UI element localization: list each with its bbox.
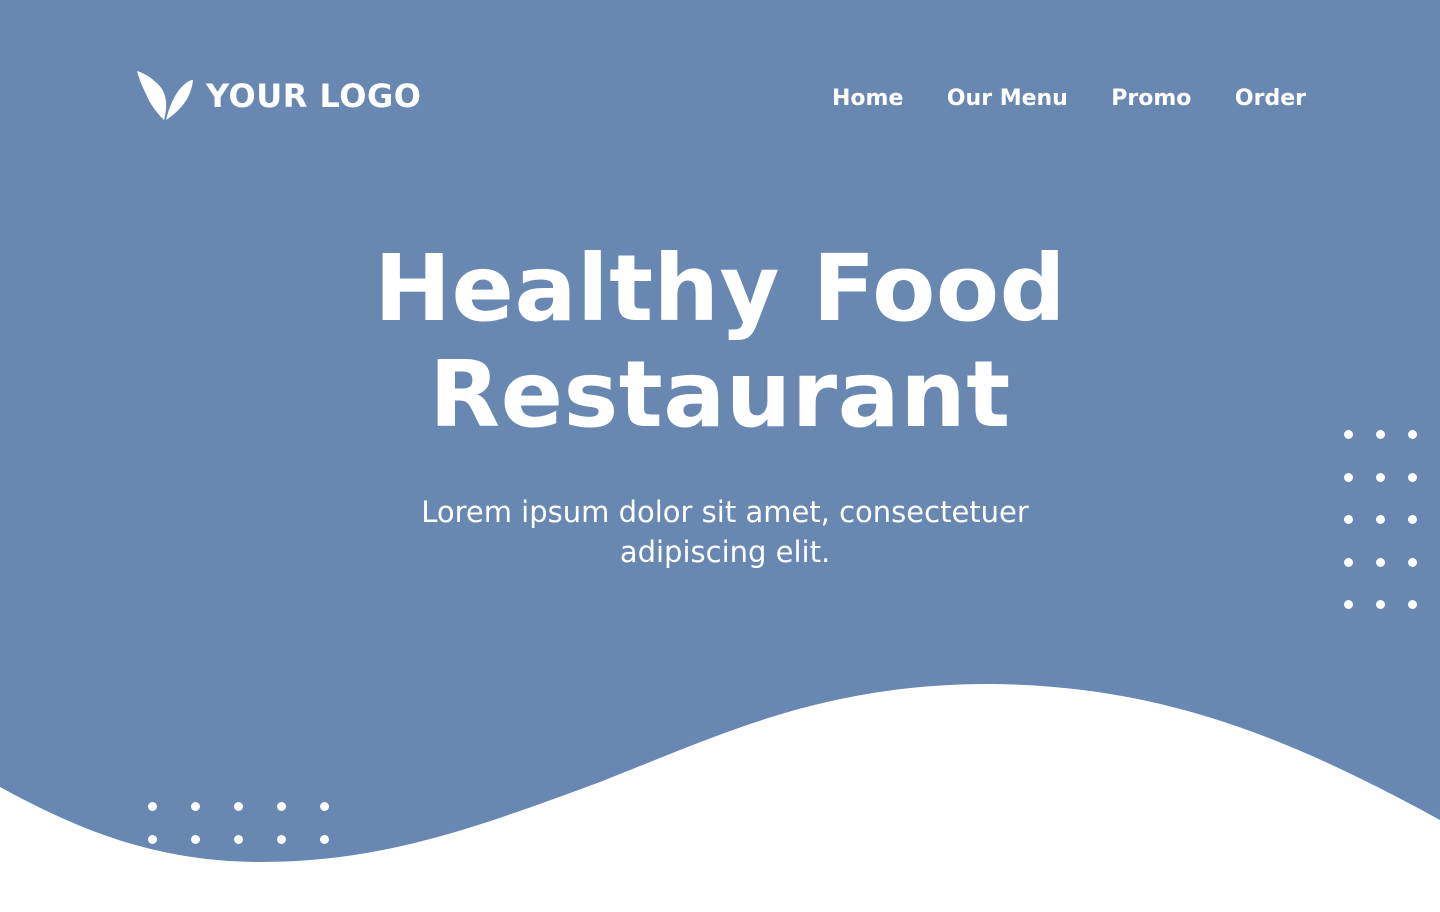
- decorative-dot: [1408, 430, 1417, 439]
- decorative-dot: [191, 835, 200, 844]
- hero-subtitle-line-2: adipiscing elit.: [619, 535, 831, 569]
- decorative-dot: [1408, 557, 1417, 567]
- decorative-dot: [1376, 557, 1385, 567]
- decorative-dot: [1408, 472, 1417, 482]
- decorative-dot: [1376, 600, 1385, 609]
- decorative-dot: [234, 802, 243, 811]
- decorative-dot: [1344, 472, 1353, 482]
- decorative-dot: [1408, 600, 1417, 609]
- site-header: YOUR LOGO Home Our Menu Promo Order: [0, 0, 1440, 200]
- hero-subtitle: Lorem ipsum dolor sit amet, consectetuer…: [380, 492, 1070, 572]
- nav-our-menu[interactable]: Our Menu: [947, 88, 1068, 110]
- logo-text: YOUR LOGO: [206, 77, 422, 115]
- decorative-dot-grid-bottom: [148, 802, 363, 868]
- hero-subtitle-line-1: Lorem ipsum dolor sit amet, consectetuer: [421, 495, 1029, 529]
- decorative-dot: [1408, 515, 1417, 524]
- decorative-dot: [277, 802, 286, 811]
- decorative-dot: [277, 835, 286, 844]
- decorative-dot: [1376, 430, 1385, 439]
- hero-title: Healthy Food Restaurant: [320, 236, 1120, 448]
- decorative-dot: [1376, 515, 1385, 524]
- hero-title-line-1: Healthy Food: [374, 235, 1066, 342]
- decorative-dot-grid-right: [1344, 430, 1440, 643]
- decorative-dot: [320, 802, 329, 811]
- decorative-dot: [234, 835, 243, 844]
- hero-section: YOUR LOGO Home Our Menu Promo Order Heal…: [0, 0, 1440, 912]
- decorative-dot: [148, 802, 157, 811]
- decorative-dot: [1344, 600, 1353, 609]
- decorative-dot: [1344, 430, 1353, 439]
- decorative-dot: [148, 835, 157, 844]
- nav-order[interactable]: Order: [1235, 88, 1306, 110]
- decorative-dot: [191, 802, 200, 811]
- decorative-dot: [1344, 515, 1353, 524]
- logo-link[interactable]: YOUR LOGO: [136, 70, 421, 122]
- hero-title-line-2: Restaurant: [429, 341, 1011, 448]
- nav-home[interactable]: Home: [832, 88, 903, 110]
- main-nav: Home Our Menu Promo Order: [832, 84, 1306, 114]
- nav-promo[interactable]: Promo: [1111, 88, 1191, 110]
- decorative-dot: [1376, 472, 1385, 482]
- leaf-icon: [137, 71, 193, 120]
- decorative-dot: [1344, 557, 1353, 567]
- decorative-dot: [320, 835, 329, 844]
